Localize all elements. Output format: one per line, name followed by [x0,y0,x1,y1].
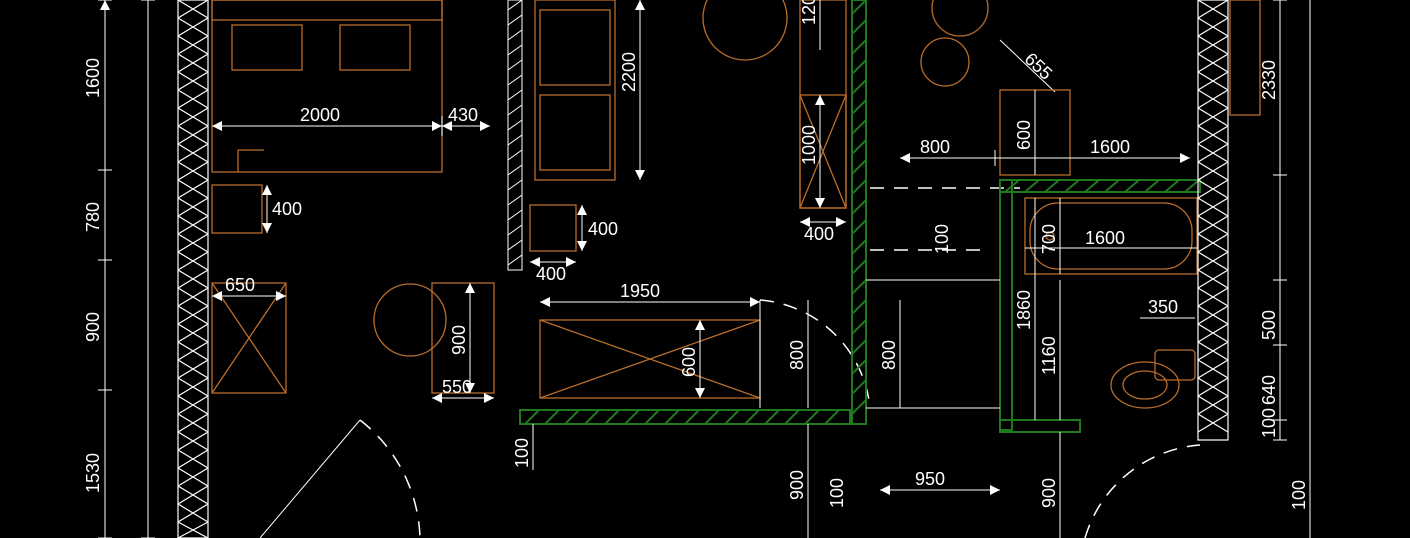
dim-800b-label: 800 [920,137,950,157]
bed-furniture [212,0,442,172]
dim-400b-label: 400 [588,219,618,239]
dim-950: 950 [880,469,1000,495]
tv-unit [540,320,760,398]
dim-1600b-label: 1600 [1090,137,1130,157]
dim-950-label: 950 [915,469,945,489]
dim-350-label: 350 [1148,297,1178,317]
dim-100d-right: 100 [1289,480,1309,510]
green-wall-bottom [520,410,850,424]
dim-2330-label: 2330 [1259,60,1279,100]
dim-2200: 2200 [619,0,645,180]
dim-1160-label: 1160 [1039,336,1059,375]
dim-655: 655 [1000,40,1056,92]
dim-chain-left-inner [141,0,155,538]
dim-780: 780 [83,202,103,232]
dim-100b: 100 [932,224,952,254]
dim-900b-label: 900 [449,325,469,355]
dim-1200-label: 1200 [799,0,819,25]
dim-900d: 900 [1039,432,1060,538]
dim-600b-label: 600 [1014,120,1034,150]
dim-550: 550 [432,377,494,403]
round-rug-icon [703,0,787,60]
dim-chain-right-outer: 100 [1289,0,1310,538]
dim-100a-label: 100 [512,438,532,468]
floorplan-canvas: 1600 780 900 1530 [0,0,1410,538]
dim-900: 900 [83,312,103,342]
dim-800-1600: 800 1600 [900,137,1190,166]
dim-1950-label: 1950 [620,281,660,301]
dim-400a: 400 [272,199,302,219]
round-table-icon [374,284,446,356]
dim-1600: 1600 [83,58,103,98]
toilet-icon [1111,350,1195,408]
dim-1160: 1160 [1039,280,1060,420]
dim-800c: 800 [879,300,900,408]
dim-100d: 100 [827,478,847,508]
dim-2000: 2000 [300,105,340,125]
sink-circle2-icon [921,38,969,86]
dim-400c-label: 400 [536,264,566,284]
side-table [530,205,576,251]
dim-800a-label: 800 [787,340,807,370]
partition-center [508,0,522,270]
dim-900c-label: 900 [787,470,807,500]
dim-500-label: 500 [1259,310,1279,340]
dim-700: 700 [1039,198,1060,274]
dim-400d-label: 400 [804,224,834,244]
dim-100a: 100 [512,424,533,470]
dim-400d: 400 [800,217,846,244]
dim-800a: 800 [787,300,808,408]
dim-1530: 1530 [83,453,103,493]
dim-chain-right: 2330 500 640 100 [1259,0,1287,440]
dim-650-label: 650 [225,275,255,295]
dim-400c: 400 [530,257,576,284]
dim-1000-label: 1000 [799,125,819,165]
dim-bed-width: 2000 430 [212,105,490,136]
dim-100b-label: 100 [932,224,952,254]
dim-1860-label: 1860 [1014,290,1034,330]
dim-1000: 1000 [799,95,825,208]
wall-left-hatched [178,0,208,538]
wardrobe [535,0,615,180]
dim-chain-left-outer: 1600 780 900 1530 [83,0,112,538]
dim-600b: 600 [1014,90,1035,175]
green-wall-vertical [852,0,866,424]
wall-right-hatched [1198,0,1228,440]
dim-430: 430 [448,105,478,125]
dim-1950: 1950 [540,281,760,307]
sink-circle-icon [932,0,988,36]
dim-600-label: 600 [679,347,699,377]
cabinet-650 [212,283,286,393]
door-arc-right [1085,445,1200,538]
dim-655-label: 655 [1021,49,1057,84]
dim-400-nightstand: 400 [262,185,302,233]
door-arc-left [260,420,420,538]
dim-600: 600 [679,320,705,398]
dim-800c-label: 800 [879,340,899,370]
dim-100d-label: 100 [827,478,847,508]
dim-1200: 1200 [799,0,820,50]
dim-2200-label: 2200 [619,52,639,92]
dim-100c-label: 100 [1259,408,1279,438]
nightstand [212,185,262,233]
shower-tray-icon [1230,0,1260,115]
dim-640-label: 640 [1259,375,1279,405]
dim-700-label: 700 [1039,224,1059,254]
dim-400b: 400 [577,205,618,251]
dim-350: 350 [1140,297,1195,318]
dim-900d-label: 900 [1039,478,1059,508]
dim-650: 650 [212,275,286,301]
dim-1600c-label: 1600 [1085,228,1125,248]
dim-900c: 900 [787,424,808,538]
